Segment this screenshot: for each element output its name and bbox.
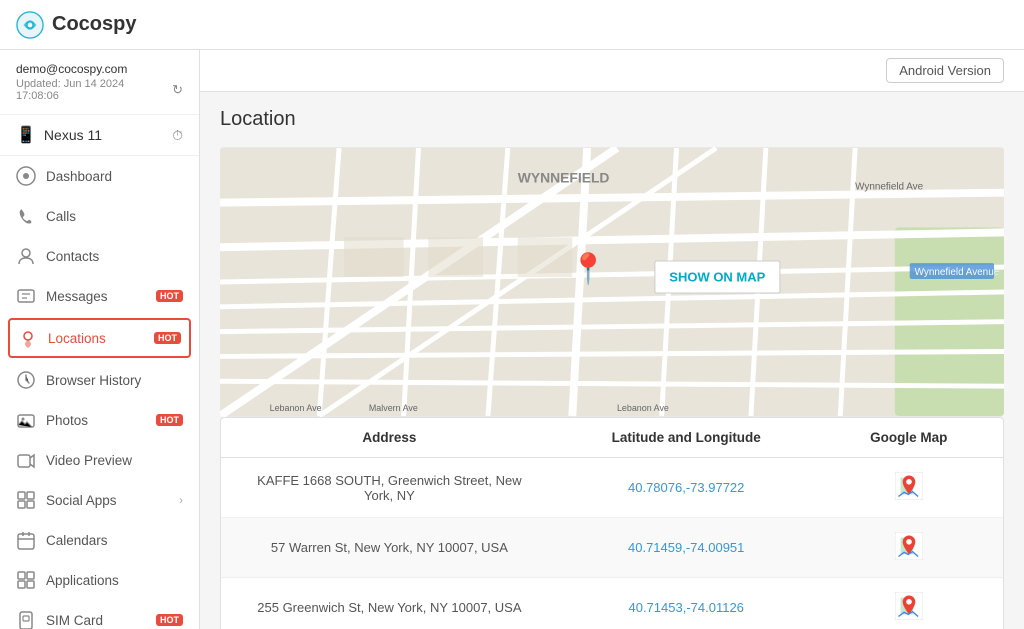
- cell-latlng[interactable]: 40.78076,-73.97722: [538, 480, 835, 495]
- logo-area: Cocospy: [16, 11, 136, 39]
- arrow-icon-social-apps: ›: [179, 493, 183, 507]
- android-version-button[interactable]: Android Version: [886, 58, 1004, 83]
- nav-label-calls: Calls: [46, 209, 183, 224]
- header: Cocospy: [0, 0, 1024, 50]
- nav-label-sim-card: SIM Card: [46, 613, 142, 628]
- hot-badge-messages: HOT: [156, 290, 183, 302]
- cell-latlng[interactable]: 40.71459,-74.00951: [538, 540, 835, 555]
- nav-label-dashboard: Dashboard: [46, 169, 183, 184]
- sidebar-item-dashboard[interactable]: Dashboard: [0, 156, 199, 196]
- sidebar-item-calls[interactable]: Calls: [0, 196, 199, 236]
- cell-address: 255 Greenwich St, New York, NY 10007, US…: [241, 600, 538, 615]
- contacts-icon: [16, 246, 36, 266]
- social-apps-icon: [16, 490, 36, 510]
- google-maps-icon: [895, 472, 923, 500]
- device-row: 📱 Nexus 11 ⏱: [0, 115, 199, 156]
- applications-icon: [16, 570, 36, 590]
- table-rows: KAFFE 1668 SOUTH, Greenwich Street, New …: [221, 458, 1003, 629]
- sidebar-item-social-apps[interactable]: Social Apps ›: [0, 480, 199, 520]
- cell-googlemap[interactable]: [835, 592, 983, 623]
- locations-icon: [18, 328, 38, 348]
- nav-label-contacts: Contacts: [46, 249, 183, 264]
- map-svg: Wynnefield Ave Wynnefield Avenue Wynnefi…: [220, 147, 1004, 417]
- sidebar-item-contacts[interactable]: Contacts: [0, 236, 199, 276]
- svg-text:Wynnefield Ave: Wynnefield Ave: [855, 182, 924, 193]
- nav-label-messages: Messages: [46, 289, 142, 304]
- cell-googlemap[interactable]: [835, 472, 983, 503]
- hot-badge-photos: HOT: [156, 414, 183, 426]
- col-latlng: Latitude and Longitude: [538, 430, 835, 445]
- map-container: Wynnefield Ave Wynnefield Avenue Wynnefi…: [220, 147, 1004, 417]
- svg-text:Lebanon Ave: Lebanon Ave: [270, 403, 322, 413]
- table-header: Address Latitude and Longitude Google Ma…: [221, 418, 1003, 458]
- hot-badge-sim-card: HOT: [156, 614, 183, 626]
- map-pin: 📍: [570, 252, 607, 287]
- cell-latlng[interactable]: 40.71453,-74.01126: [538, 600, 835, 615]
- content-area: Android Version Location: [200, 50, 1024, 629]
- sidebar-item-applications[interactable]: Applications: [0, 560, 199, 600]
- top-bar: Android Version: [200, 50, 1024, 92]
- sidebar-item-calendars[interactable]: Calendars: [0, 520, 199, 560]
- device-menu-icon[interactable]: ⏱: [172, 127, 183, 144]
- sidebar-item-browser-history[interactable]: Browser History: [0, 360, 199, 400]
- table-row: KAFFE 1668 SOUTH, Greenwich Street, New …: [221, 458, 1003, 518]
- hot-badge-locations: HOT: [154, 332, 181, 344]
- table-row: 57 Warren St, New York, NY 10007, USA 40…: [221, 518, 1003, 578]
- refresh-icon[interactable]: ↻: [172, 82, 183, 98]
- google-maps-icon: [895, 532, 923, 560]
- col-googlemap: Google Map: [835, 430, 983, 445]
- sim-card-icon: [16, 610, 36, 629]
- svg-text:Wynnefield Avenue: Wynnefield Avenue: [915, 267, 1000, 278]
- video-preview-icon: [16, 450, 36, 470]
- browser-history-icon: [16, 370, 36, 390]
- google-maps-icon: [895, 592, 923, 620]
- dashboard-icon: [16, 166, 36, 186]
- user-info: demo@cocospy.com Updated: Jun 14 2024 17…: [0, 50, 199, 115]
- sidebar-item-messages[interactable]: Messages HOT: [0, 276, 199, 316]
- user-updated: Updated: Jun 14 2024 17:08:06 ↻: [16, 78, 183, 102]
- main-layout: demo@cocospy.com Updated: Jun 14 2024 17…: [0, 50, 1024, 629]
- sidebar-item-video-preview[interactable]: Video Preview: [0, 440, 199, 480]
- nav-label-applications: Applications: [46, 573, 183, 588]
- nav-label-video-preview: Video Preview: [46, 453, 183, 468]
- calendars-icon: [16, 530, 36, 550]
- nav-label-browser-history: Browser History: [46, 373, 183, 388]
- nav-label-calendars: Calendars: [46, 533, 183, 548]
- location-table: Address Latitude and Longitude Google Ma…: [220, 417, 1004, 629]
- svg-text:Malvern Ave: Malvern Ave: [369, 403, 418, 413]
- cell-googlemap[interactable]: [835, 532, 983, 563]
- logo-text: Cocospy: [52, 13, 136, 36]
- svg-text:WYNNEFIELD: WYNNEFIELD: [518, 170, 610, 186]
- nav-label-social-apps: Social Apps: [46, 493, 169, 508]
- sidebar-item-sim-card[interactable]: SIM Card HOT: [0, 600, 199, 629]
- svg-text:Lebanon Ave: Lebanon Ave: [617, 403, 669, 413]
- logo-icon: [16, 11, 44, 39]
- page-content: Location: [200, 92, 1024, 629]
- table-row: 255 Greenwich St, New York, NY 10007, US…: [221, 578, 1003, 629]
- device-name: 📱 Nexus 11: [16, 125, 102, 145]
- user-email: demo@cocospy.com: [16, 62, 183, 76]
- sidebar-item-photos[interactable]: Photos HOT: [0, 400, 199, 440]
- col-address: Address: [241, 430, 538, 445]
- cell-address: KAFFE 1668 SOUTH, Greenwich Street, New …: [241, 473, 538, 503]
- sidebar: demo@cocospy.com Updated: Jun 14 2024 17…: [0, 50, 200, 629]
- nav-label-locations: Locations: [48, 331, 140, 346]
- calls-icon: [16, 206, 36, 226]
- sidebar-item-locations[interactable]: Locations HOT: [8, 318, 191, 358]
- page-title: Location: [220, 108, 1004, 131]
- show-on-map-button[interactable]: SHOW ON MAP: [654, 260, 780, 293]
- phone-icon: 📱: [16, 125, 36, 145]
- messages-icon: [16, 286, 36, 306]
- nav-label-photos: Photos: [46, 413, 142, 428]
- nav-container: Dashboard Calls Contacts Messages HOT Lo…: [0, 156, 199, 629]
- cell-address: 57 Warren St, New York, NY 10007, USA: [241, 540, 538, 555]
- photos-icon: [16, 410, 36, 430]
